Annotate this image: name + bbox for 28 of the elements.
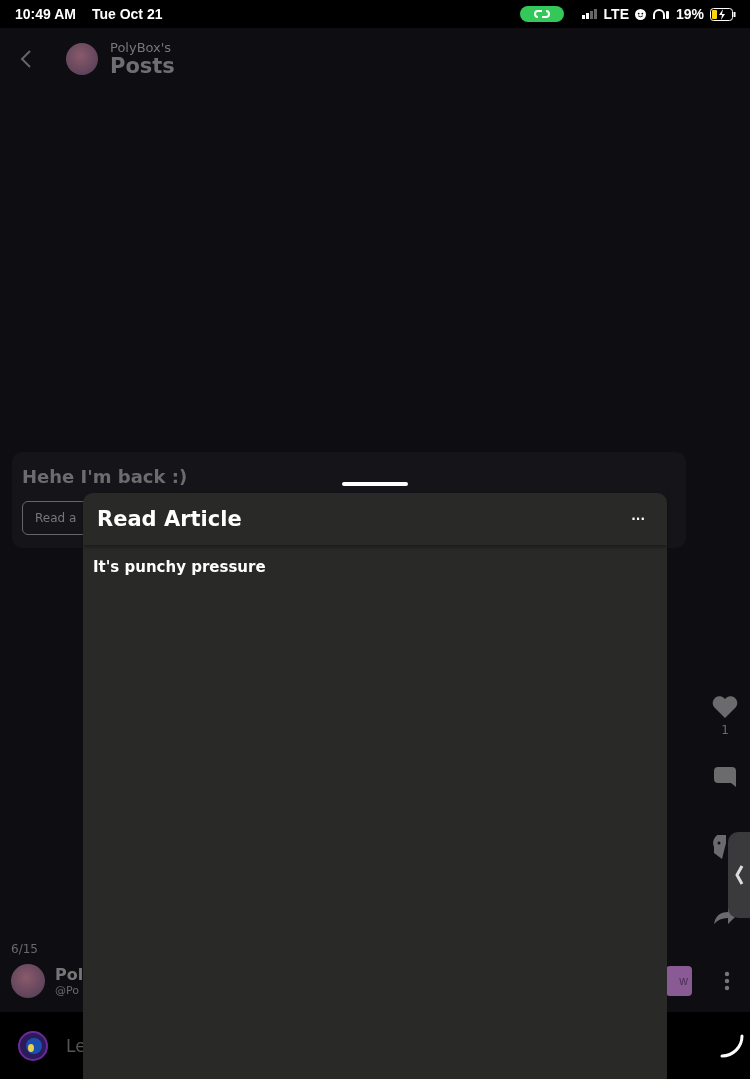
article-text: It's punchy pressure <box>93 558 266 576</box>
follow-button[interactable]: w <box>666 966 692 996</box>
avatar <box>66 43 98 75</box>
battery-percent: 19% <box>675 6 704 22</box>
page-title: Posts <box>110 54 175 79</box>
link-icon <box>519 6 564 22</box>
status-time: 10:49 AM <box>15 6 76 22</box>
side-pull-tab[interactable] <box>728 832 750 918</box>
heart-icon[interactable] <box>712 695 738 719</box>
status-date: Tue Oct 21 <box>91 6 163 22</box>
back-icon[interactable] <box>20 49 32 69</box>
post-text: Hehe I'm back :) <box>22 466 188 487</box>
sheet-menu-button[interactable]: ··· <box>631 512 645 526</box>
loading-spinner-icon <box>720 1033 744 1058</box>
like-count: 1 <box>721 723 729 737</box>
network-label: LTE <box>603 6 629 22</box>
author-name: Pol <box>55 965 84 984</box>
more-icon[interactable] <box>724 971 730 991</box>
owner-label: PolyBox's <box>110 39 173 55</box>
smiley-icon <box>634 8 646 20</box>
page-counter: 6/15 <box>11 942 39 956</box>
signal-icon <box>581 9 598 19</box>
author-avatar <box>11 964 45 998</box>
user-avatar-icon <box>18 1030 48 1061</box>
author-handle: @Po <box>55 984 80 997</box>
battery-charging-icon <box>710 7 736 21</box>
headphones-icon <box>651 8 670 20</box>
chevron-left-icon <box>734 864 744 886</box>
